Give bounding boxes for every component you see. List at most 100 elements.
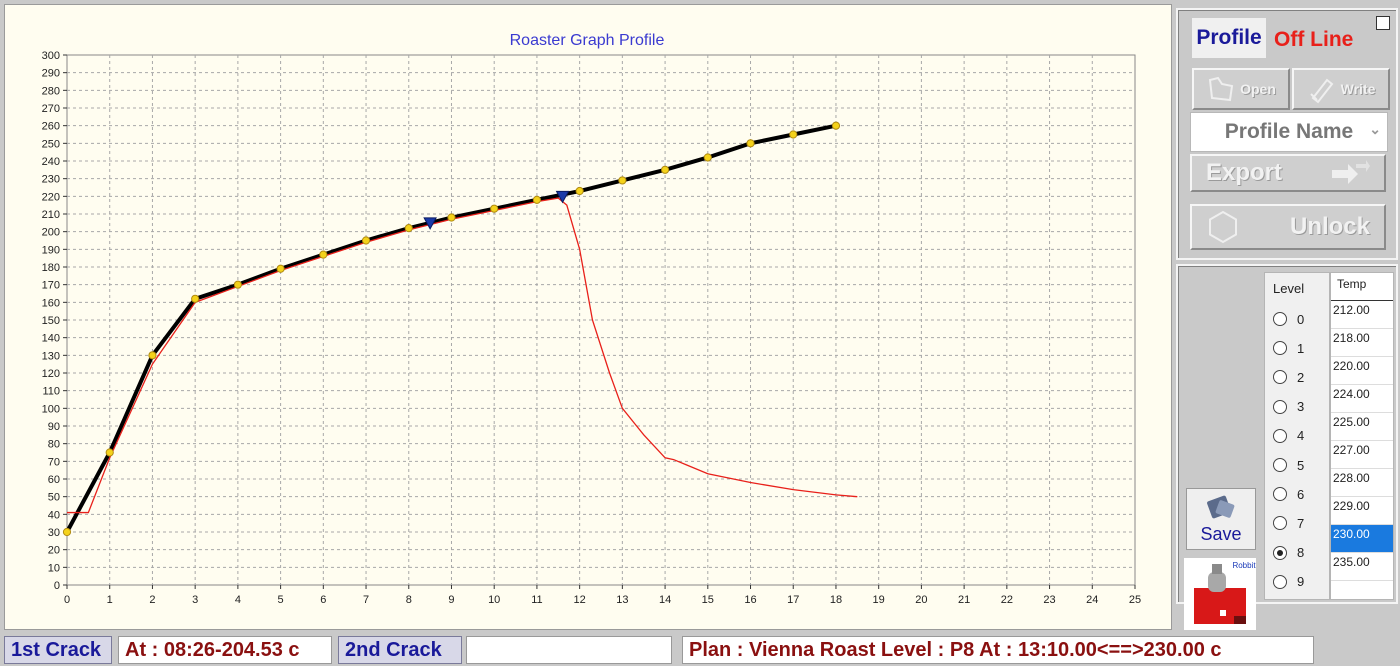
x-tick-label: 21 bbox=[958, 594, 970, 606]
temp-cell[interactable]: 218.00 bbox=[1331, 329, 1393, 357]
radio-button[interactable] bbox=[1273, 458, 1287, 472]
profile-panel: Profile Off Line Open Write Profile Name… bbox=[1176, 8, 1398, 260]
radio-button[interactable] bbox=[1273, 399, 1287, 414]
y-tick-label: 220 bbox=[42, 191, 60, 203]
profile-point[interactable] bbox=[105, 448, 114, 457]
profile-point[interactable] bbox=[831, 121, 841, 130]
profile-point[interactable] bbox=[703, 153, 712, 162]
radio-button[interactable] bbox=[1273, 545, 1287, 560]
level-option-4[interactable]: 4 bbox=[1273, 426, 1304, 446]
y-tick-label: 110 bbox=[42, 386, 60, 398]
temp-cell[interactable]: 225.00 bbox=[1331, 413, 1393, 441]
logo: Robbit bbox=[1184, 558, 1256, 630]
profile-point[interactable] bbox=[789, 130, 798, 139]
y-tick-label: 210 bbox=[42, 209, 60, 221]
y-tick-label: 280 bbox=[42, 85, 60, 97]
profile-button[interactable]: Profile bbox=[1192, 18, 1266, 58]
checkbox[interactable] bbox=[1376, 16, 1390, 30]
y-tick-label: 180 bbox=[42, 262, 60, 274]
temp-cell[interactable]: 224.00 bbox=[1331, 385, 1393, 413]
temp-cell[interactable]: 230.00 bbox=[1331, 525, 1393, 553]
temp-list[interactable]: Temp 212.00 218.00 220.00 224.00 225.00 227.0… bbox=[1330, 272, 1394, 600]
level-option-6[interactable]: 6 bbox=[1273, 484, 1304, 504]
x-tick-label: 14 bbox=[659, 594, 671, 606]
write-label: Write bbox=[1340, 81, 1376, 97]
level-option-3[interactable]: 3 bbox=[1273, 397, 1304, 417]
profile-point[interactable] bbox=[62, 527, 72, 537]
profile-point[interactable] bbox=[746, 139, 755, 148]
profile-point[interactable] bbox=[532, 195, 542, 204]
profile-point[interactable] bbox=[148, 351, 157, 360]
temp-cell[interactable]: 220.00 bbox=[1331, 357, 1393, 385]
chart-panel: Roaster Graph Profile 0 1 2 3 4 5 6 7 8 9 10 11 12 13… bbox=[4, 4, 1172, 630]
level-option-9[interactable]: 9 bbox=[1273, 572, 1304, 592]
radio-button[interactable] bbox=[1273, 312, 1287, 326]
logo-text: Robbit bbox=[1232, 561, 1256, 570]
y-tick-label: 130 bbox=[42, 350, 60, 362]
level-number: 2 bbox=[1297, 369, 1305, 385]
level-option-1[interactable]: 1 bbox=[1273, 338, 1304, 358]
x-tick-label: 9 bbox=[448, 594, 454, 606]
profile-point[interactable] bbox=[575, 186, 584, 196]
roaster-graph: Roaster Graph Profile 0 1 2 3 4 5 6 7 8 9 10 11 12 13… bbox=[42, 32, 1141, 606]
export-label: Export bbox=[1206, 159, 1283, 186]
profile-point[interactable] bbox=[490, 204, 499, 213]
profile-point[interactable] bbox=[447, 213, 456, 222]
radio-button[interactable] bbox=[1273, 370, 1287, 385]
temp-cell[interactable]: 227.00 bbox=[1331, 441, 1393, 469]
level-option-0[interactable]: 0 bbox=[1273, 309, 1304, 329]
temp-cell[interactable]: 235.00 bbox=[1331, 553, 1393, 581]
y-tick-label: 160 bbox=[42, 297, 60, 309]
level-option-8[interactable]: 8 bbox=[1273, 543, 1304, 563]
x-tick-label: 6 bbox=[320, 594, 326, 606]
save-button[interactable]: Save bbox=[1186, 488, 1256, 550]
x-tick-label: 5 bbox=[278, 594, 284, 606]
profile-point[interactable] bbox=[361, 236, 371, 245]
y-tick-label: 0 bbox=[54, 580, 60, 592]
level-option-7[interactable]: 7 bbox=[1273, 513, 1304, 533]
x-tick-label: 15 bbox=[702, 594, 714, 606]
x-tick-label: 16 bbox=[744, 594, 756, 606]
write-button[interactable]: Write bbox=[1292, 68, 1390, 110]
x-tick-label: 18 bbox=[830, 594, 842, 606]
chart-grid bbox=[66, 54, 1136, 586]
level-number: 8 bbox=[1297, 545, 1305, 561]
radio-button[interactable] bbox=[1273, 516, 1287, 531]
temp-cell[interactable]: 212.00 bbox=[1331, 301, 1393, 329]
x-tick-label: 3 bbox=[192, 594, 198, 606]
unlock-button[interactable]: Unlock bbox=[1190, 204, 1386, 250]
radio-button[interactable] bbox=[1273, 574, 1287, 589]
y-tick-label: 270 bbox=[42, 103, 60, 115]
profile-point[interactable] bbox=[191, 294, 200, 303]
export-button[interactable]: Export bbox=[1190, 154, 1386, 192]
profile-point[interactable] bbox=[618, 176, 627, 185]
y-tick-label: 150 bbox=[42, 315, 60, 327]
level-option-5[interactable]: 5 bbox=[1273, 455, 1304, 475]
temp-cell[interactable]: 228.00 bbox=[1331, 469, 1393, 497]
profile-name-select[interactable]: Profile Name ⌄ bbox=[1190, 112, 1388, 152]
x-tick-label: 1 bbox=[107, 594, 113, 606]
open-button[interactable]: Open bbox=[1192, 68, 1290, 110]
level-option-2[interactable]: 2 bbox=[1273, 367, 1304, 387]
hexagon-icon bbox=[1209, 210, 1237, 244]
profile-point[interactable] bbox=[404, 224, 413, 233]
temp-cell[interactable]: 229.00 bbox=[1331, 497, 1393, 525]
level-radio-group: Level 0 1 2 3 4 5 6 7 8 9 bbox=[1264, 272, 1330, 600]
profile-point[interactable] bbox=[233, 280, 242, 289]
second-crack-label: 2nd Crack bbox=[338, 636, 462, 664]
profile-point[interactable] bbox=[660, 165, 670, 174]
y-tick-label: 240 bbox=[42, 156, 60, 168]
radio-button[interactable] bbox=[1273, 487, 1287, 502]
level-number: 9 bbox=[1297, 574, 1305, 590]
radio-button[interactable] bbox=[1273, 428, 1287, 443]
save-label: Save bbox=[1200, 524, 1242, 544]
radio-button[interactable] bbox=[1273, 341, 1287, 356]
profile-point[interactable] bbox=[276, 264, 285, 273]
level-number: 0 bbox=[1297, 311, 1305, 327]
temp-header: Temp bbox=[1331, 273, 1393, 301]
level-number: 3 bbox=[1297, 399, 1305, 415]
profile-point[interactable] bbox=[319, 250, 328, 259]
save-icon bbox=[1207, 495, 1235, 519]
plan-status: Plan : Vienna Roast Level : P8 At : 13:1… bbox=[682, 636, 1314, 664]
chevron-down-icon: ⌄ bbox=[1369, 121, 1381, 137]
